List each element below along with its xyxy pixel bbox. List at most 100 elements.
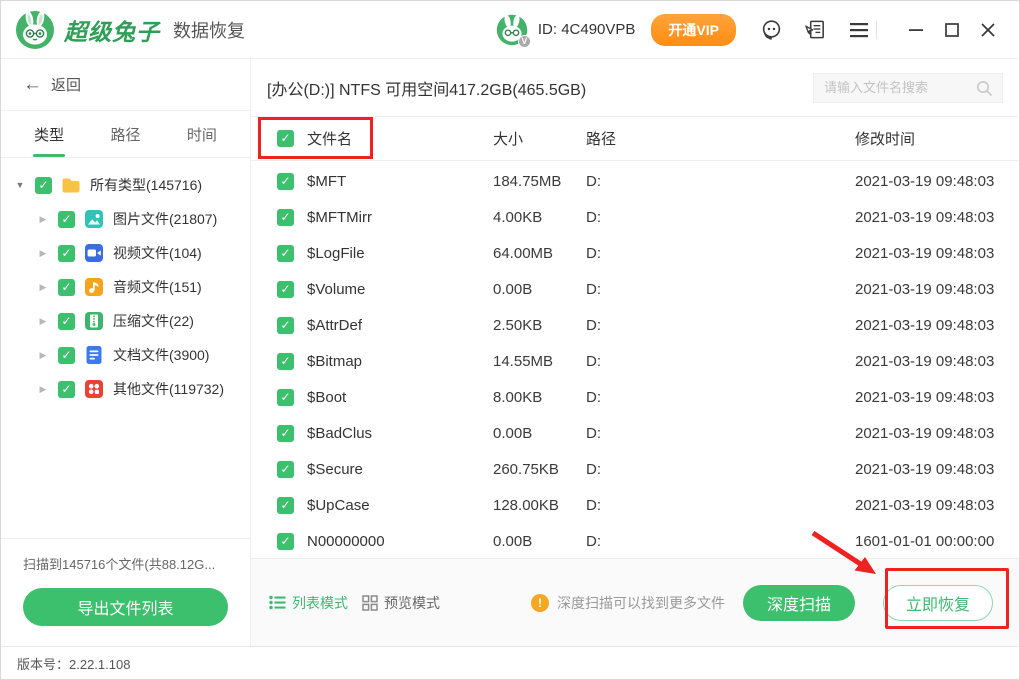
file-size: 0.00B (493, 533, 586, 550)
file-modified: 2021-03-19 09:48:03 (855, 281, 1005, 298)
list-mode-toggle[interactable]: 列表模式 (269, 593, 348, 613)
table-header: ✓ 文件名 大小 路径 修改时间 (251, 116, 1019, 161)
column-path[interactable]: 路径 (586, 128, 855, 149)
row-checkbox[interactable]: ✓ (277, 281, 294, 298)
main-panel: [办公(D:)] NTFS 可用空间417.2GB(465.5GB) ✓ 文件名 (251, 59, 1019, 646)
file-size: 14.55MB (493, 353, 586, 370)
tab-time[interactable]: 时间 (164, 111, 240, 157)
column-filename[interactable]: 文件名 (307, 128, 352, 149)
file-name: $UpCase (307, 497, 370, 514)
file-size: 2.50KB (493, 317, 586, 334)
preview-mode-toggle[interactable]: 预览模式 (362, 593, 440, 613)
back-button[interactable]: ← 返回 (1, 59, 250, 111)
row-checkbox[interactable]: ✓ (277, 173, 294, 190)
expand-arrow-icon[interactable]: ▶ (37, 282, 49, 293)
file-name: $BadClus (307, 425, 372, 442)
collapse-arrow-icon[interactable]: ▼ (14, 180, 26, 190)
row-checkbox[interactable]: ✓ (277, 497, 294, 514)
file-modified: 2021-03-19 09:48:03 (855, 497, 1005, 514)
file-path: D: (586, 209, 855, 226)
open-vip-button[interactable]: 开通VIP (651, 14, 736, 46)
column-size[interactable]: 大小 (493, 128, 586, 149)
app-window: 超级兔子 数据恢复 V ID: 4C490VPB 开通VIP (0, 0, 1020, 680)
tree-item-documents[interactable]: ▶ ✓ 文档文件(3900) (1, 338, 250, 372)
checkbox-checked-icon[interactable]: ✓ (58, 279, 75, 296)
row-checkbox[interactable]: ✓ (277, 353, 294, 370)
expand-arrow-icon[interactable]: ▶ (37, 248, 49, 259)
table-row[interactable]: ✓$MFT 184.75MB D: 2021-03-19 09:48:03 (251, 163, 1019, 199)
row-checkbox[interactable]: ✓ (277, 461, 294, 478)
tree-item-archives[interactable]: ▶ ✓ 压缩文件(22) (1, 304, 250, 338)
table-row[interactable]: ✓$Boot 8.00KB D: 2021-03-19 09:48:03 (251, 379, 1019, 415)
file-path: D: (586, 497, 855, 514)
search-input[interactable] (814, 80, 966, 95)
customer-service-icon[interactable] (758, 17, 784, 43)
tree-item-audio[interactable]: ▶ ✓ 音频文件(151) (1, 270, 250, 304)
tab-type[interactable]: 类型 (11, 111, 87, 157)
tree-item-videos[interactable]: ▶ ✓ 视频文件(104) (1, 236, 250, 270)
list-mode-icon (269, 595, 286, 610)
user-avatar[interactable]: V (496, 14, 528, 46)
table-row[interactable]: ✓N00000000 0.00B D: 1601-01-01 00:00:00 (251, 523, 1019, 558)
table-row[interactable]: ✓$MFTMirr 4.00KB D: 2021-03-19 09:48:03 (251, 199, 1019, 235)
row-checkbox[interactable]: ✓ (277, 425, 294, 442)
search-icon[interactable] (966, 74, 1002, 102)
row-checkbox[interactable]: ✓ (277, 317, 294, 334)
audio-file-icon (84, 277, 104, 297)
maximize-button[interactable] (939, 17, 965, 43)
deep-scan-button[interactable]: 深度扫描 (743, 585, 855, 621)
table-row[interactable]: ✓$LogFile 64.00MB D: 2021-03-19 09:48:03 (251, 235, 1019, 271)
table-row[interactable]: ✓$Volume 0.00B D: 2021-03-19 09:48:03 (251, 271, 1019, 307)
export-file-list-button[interactable]: 导出文件列表 (23, 588, 228, 626)
warning-icon: ! (531, 594, 549, 612)
table-row[interactable]: ✓$AttrDef 2.50KB D: 2021-03-19 09:48:03 (251, 307, 1019, 343)
row-checkbox[interactable]: ✓ (277, 533, 294, 550)
table-row[interactable]: ✓$Secure 260.75KB D: 2021-03-19 09:48:03 (251, 451, 1019, 487)
expand-arrow-icon[interactable]: ▶ (37, 316, 49, 327)
file-name: $MFTMirr (307, 209, 372, 226)
tree-item-others[interactable]: ▶ ✓ 其他文件(119732) (1, 372, 250, 406)
version-text: 版本号：2.22.1.108 (17, 654, 130, 673)
file-path: D: (586, 533, 855, 550)
archive-file-icon (84, 311, 104, 331)
rabbit-logo-icon (15, 10, 55, 50)
file-name: $Secure (307, 461, 363, 478)
file-name: $Volume (307, 281, 365, 298)
user-id: ID: 4C490VPB (538, 21, 636, 38)
menu-icon[interactable] (846, 17, 872, 43)
checkbox-checked-icon[interactable]: ✓ (58, 313, 75, 330)
tab-path[interactable]: 路径 (87, 111, 163, 157)
tree-item-all-types[interactable]: ▼ ✓ 所有类型(145716) (1, 168, 250, 202)
other-file-icon (84, 379, 104, 399)
row-checkbox[interactable]: ✓ (277, 245, 294, 262)
file-path: D: (586, 317, 855, 334)
file-modified: 2021-03-19 09:48:03 (855, 425, 1005, 442)
feedback-icon[interactable] (802, 17, 828, 43)
column-modified[interactable]: 修改时间 (855, 128, 1005, 149)
expand-arrow-icon[interactable]: ▶ (37, 384, 49, 395)
file-modified: 2021-03-19 09:48:03 (855, 353, 1005, 370)
title-bar: 超级兔子 数据恢复 V ID: 4C490VPB 开通VIP (1, 1, 1019, 59)
table-row[interactable]: ✓$BadClus 0.00B D: 2021-03-19 09:48:03 (251, 415, 1019, 451)
row-checkbox[interactable]: ✓ (277, 209, 294, 226)
checkbox-checked-icon[interactable]: ✓ (58, 381, 75, 398)
table-row[interactable]: ✓$UpCase 128.00KB D: 2021-03-19 09:48:03 (251, 487, 1019, 523)
expand-arrow-icon[interactable]: ▶ (37, 214, 49, 225)
close-button[interactable] (975, 17, 1001, 43)
tree-item-images[interactable]: ▶ ✓ 图片文件(21807) (1, 202, 250, 236)
table-row[interactable]: ✓$Bitmap 14.55MB D: 2021-03-19 09:48:03 (251, 343, 1019, 379)
checkbox-checked-icon[interactable]: ✓ (35, 177, 52, 194)
expand-arrow-icon[interactable]: ▶ (37, 350, 49, 361)
app-logo: 超级兔子 数据恢复 (15, 10, 245, 50)
checkbox-checked-icon[interactable]: ✓ (58, 347, 75, 364)
file-size: 0.00B (493, 281, 586, 298)
minimize-button[interactable] (903, 17, 929, 43)
select-all-checkbox[interactable]: ✓ (277, 130, 294, 147)
checkbox-checked-icon[interactable]: ✓ (58, 211, 75, 228)
sidebar-bottom-panel: 扫描到145716个文件(共88.12G... 导出文件列表 (1, 538, 250, 646)
recover-now-button[interactable]: 立即恢复 (883, 585, 993, 621)
row-checkbox[interactable]: ✓ (277, 389, 294, 406)
video-file-icon (84, 243, 104, 263)
action-bar: 列表模式 预览模式 ! 深度扫描可以找到更多文件 深度扫描 立即恢复 (251, 558, 1019, 646)
checkbox-checked-icon[interactable]: ✓ (58, 245, 75, 262)
